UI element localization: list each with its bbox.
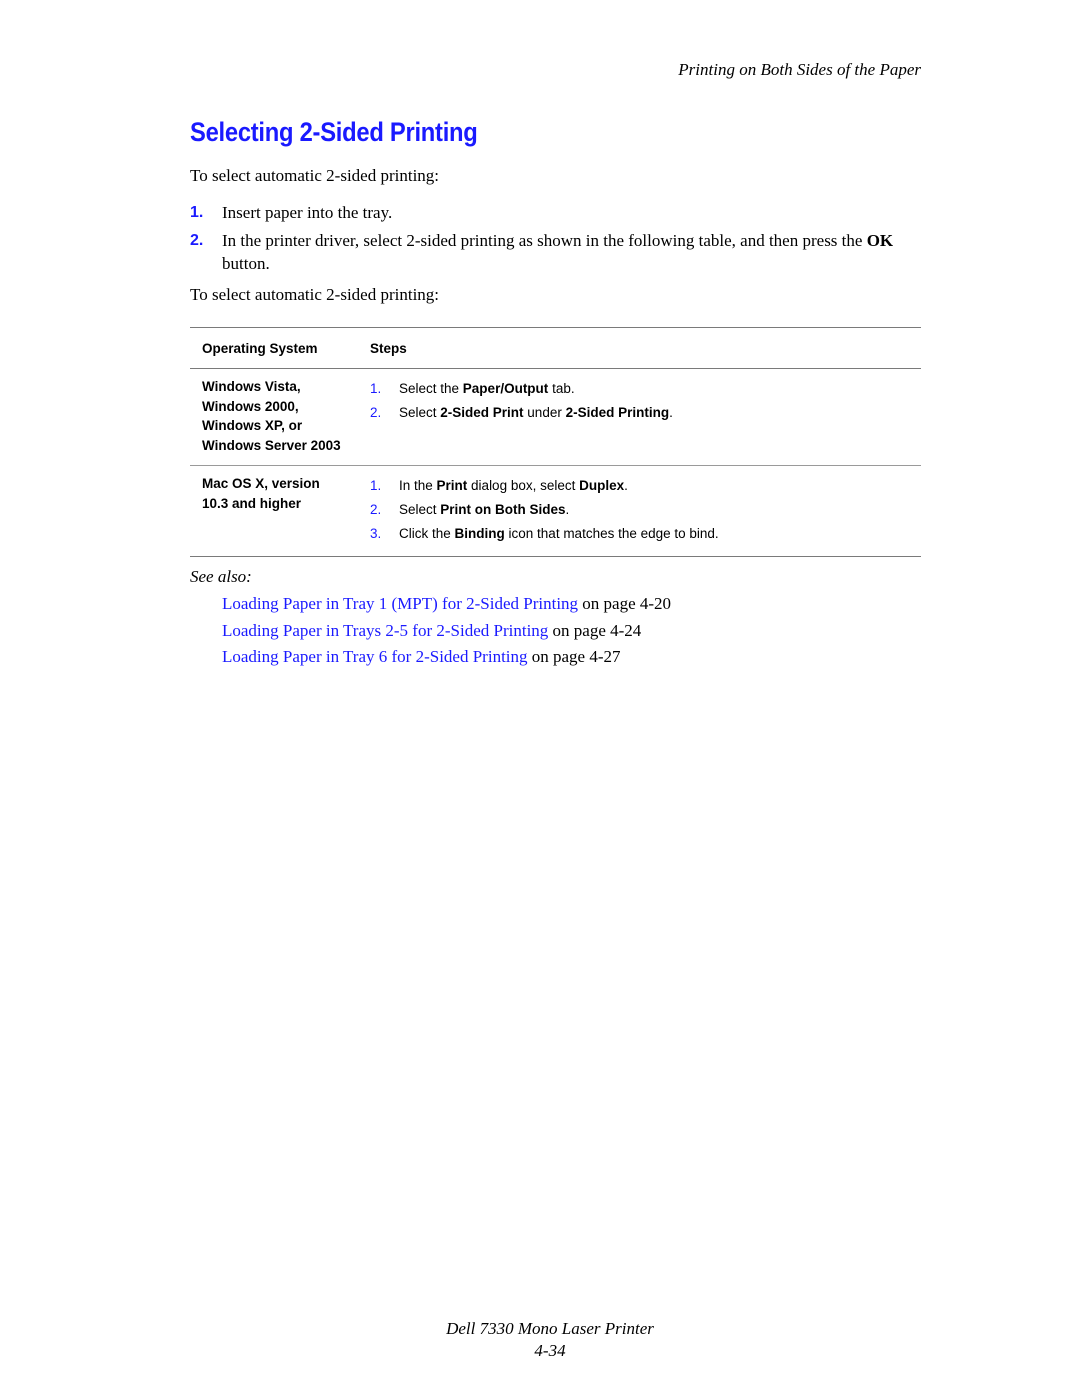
step-text-part: .: [565, 502, 570, 517]
cross-reference: Loading Paper in Tray 1 (MPT) for 2-Side…: [222, 591, 671, 618]
intro-text-2: To select automatic 2-sided printing:: [190, 285, 440, 304]
step-text-part: Select: [399, 405, 441, 420]
header-steps: Steps: [370, 340, 407, 356]
procedure-step-2: 2. In the printer driver, select 2-sided…: [190, 229, 925, 275]
ok-button-label: OK: [866, 231, 894, 250]
see-also-links: Loading Paper in Tray 1 (MPT) for 2-Side…: [222, 591, 671, 671]
step-number: 1.: [370, 478, 382, 493]
os-cell: Windows Vista, Windows 2000, Windows XP,…: [190, 377, 370, 455]
os-line: Windows Vista,: [202, 379, 301, 394]
os-line: 10.3 and higher: [202, 495, 302, 511]
step-text-part: Select: [399, 502, 441, 517]
step-number: 2.: [190, 232, 204, 249]
step-text-part: In the printer driver, select 2-sided pr…: [222, 231, 867, 250]
step-text-part: .: [624, 478, 628, 493]
step-text-part: button.: [222, 254, 270, 273]
step-number: 2.: [370, 502, 382, 517]
link-trays-2-5[interactable]: Loading Paper in Trays 2-5 for 2-Sided P…: [222, 621, 548, 640]
table-step: 2. Select Print on Both Sides.: [370, 498, 921, 522]
footer-page-number: 4-34: [534, 1341, 566, 1360]
intro-text: To select automatic 2-sided printing:: [190, 166, 440, 185]
see-also-label: See also:: [190, 567, 252, 586]
table-row-mac: Mac OS X, version 10.3 and higher 1. In …: [190, 465, 921, 556]
os-steps-table: Operating System Steps Windows Vista, Wi…: [190, 327, 921, 557]
step-text-bold: Duplex: [579, 478, 625, 493]
table-step: 1. In the Print dialog box, select Duple…: [370, 474, 921, 498]
page-footer: Dell 7330 Mono Laser Printer 4-34: [0, 1318, 1080, 1362]
step-text-part: icon that matches the edge to bind.: [504, 526, 719, 541]
step-text-part: In the: [399, 478, 437, 493]
cross-reference: Loading Paper in Trays 2-5 for 2-Sided P…: [222, 618, 671, 645]
step-number: 1.: [190, 204, 204, 221]
table-step: 1. Select the Paper/Output tab.: [370, 377, 921, 401]
cross-reference: Loading Paper in Tray 6 for 2-Sided Prin…: [222, 644, 671, 671]
step-text-bold: Paper/Output: [462, 381, 549, 396]
os-line: Windows 2000,: [202, 398, 299, 414]
os-line: Windows Server 2003: [202, 437, 341, 453]
link-tray-1-mpt[interactable]: Loading Paper in Tray 1 (MPT) for 2-Side…: [222, 594, 578, 613]
steps-cell: 1. Select the Paper/Output tab. 2. Selec…: [370, 377, 921, 455]
table-header: Operating System Steps: [190, 328, 921, 369]
table-step: 3. Click the Binding icon that matches t…: [370, 522, 921, 546]
running-head: Printing on Both Sides of the Paper: [678, 60, 921, 79]
step-text-part: Click the: [399, 526, 455, 541]
step-text-bold: 2-Sided Printing: [565, 405, 670, 420]
step-text: In the printer driver, select 2-sided pr…: [222, 229, 925, 275]
os-line: Windows XP, or: [202, 418, 303, 433]
step-text-bold: 2-Sided Print: [440, 405, 524, 420]
page-reference: on page 4-27: [527, 647, 621, 666]
header-operating-system: Operating System: [202, 340, 318, 356]
step-text-part: under: [523, 405, 566, 420]
table-row-windows: Windows Vista, Windows 2000, Windows XP,…: [190, 369, 921, 465]
table-step: 2. Select 2-Sided Print under 2-Sided Pr…: [370, 401, 921, 425]
footer-product-name: Dell 7330 Mono Laser Printer: [446, 1319, 654, 1338]
page-reference: on page 4-20: [578, 594, 672, 613]
step-text-bold: Print: [436, 478, 468, 493]
procedure-step-1: 1. Insert paper into the tray.: [190, 201, 925, 224]
page-reference: on page 4-24: [548, 620, 642, 640]
step-number: 2.: [370, 405, 382, 420]
step-text-part: Select the: [399, 381, 463, 396]
step-number: 3.: [370, 526, 382, 541]
os-cell: Mac OS X, version 10.3 and higher: [190, 474, 370, 546]
step-text-part: tab.: [548, 381, 575, 396]
steps-cell: 1. In the Print dialog box, select Duple…: [370, 474, 921, 546]
link-tray-6[interactable]: Loading Paper in Tray 6 for 2-Sided Prin…: [222, 647, 528, 666]
step-text-bold: Binding: [454, 526, 505, 541]
os-line: Mac OS X, version: [202, 476, 320, 491]
step-text: Insert paper into the tray.: [222, 203, 393, 222]
page-title: Selecting 2-Sided Printing: [190, 117, 478, 147]
step-text-part: dialog box, select: [467, 478, 580, 493]
step-number: 1.: [370, 381, 382, 396]
step-text-bold: Print on Both Sides: [440, 502, 566, 517]
step-text-part: .: [669, 405, 673, 420]
